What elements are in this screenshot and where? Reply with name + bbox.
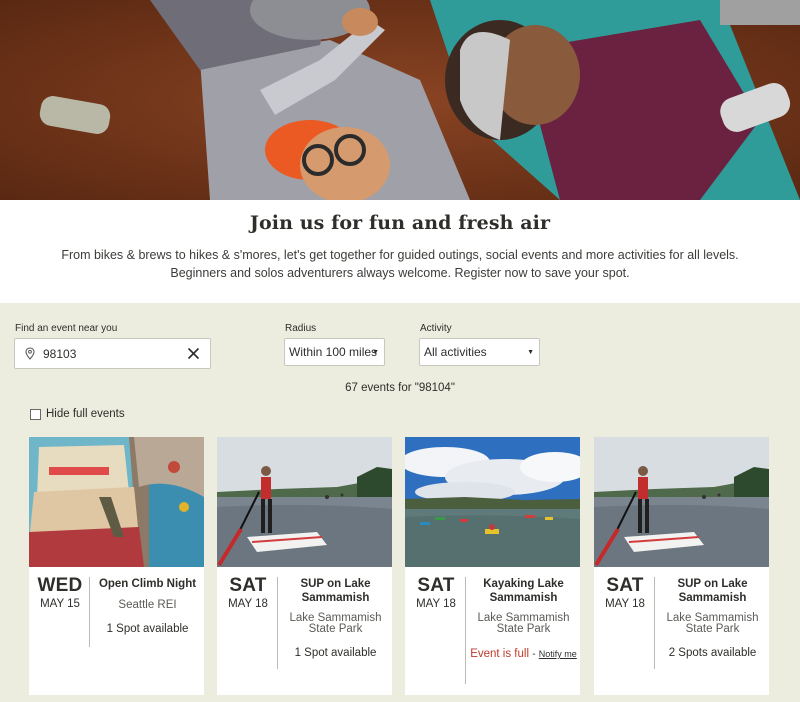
event-availability: 2 Spots available (668, 647, 757, 659)
event-weekday: SAT (229, 575, 267, 596)
radius-label: Radius (285, 323, 317, 334)
event-info: SUP on Lake Sammamish Lake Sammamish Sta… (281, 577, 390, 659)
event-title[interactable]: SUP on Lake Sammamish (281, 577, 390, 605)
close-icon[interactable] (187, 347, 200, 365)
card-divider (654, 577, 655, 669)
hero-image (0, 0, 800, 200)
page-title: Join us for fun and fresh air (249, 212, 551, 234)
event-date: WED MAY 15 (29, 575, 91, 610)
radius-select[interactable]: Within 100 miles ▼ (284, 338, 385, 366)
event-info: SUP on Lake Sammamish Lake Sammamish Sta… (658, 577, 767, 659)
location-field[interactable] (14, 338, 211, 369)
intro-text-line2: Beginners and solos adventurers always w… (170, 266, 630, 280)
event-title[interactable]: Open Climb Night (93, 577, 202, 591)
event-info: Open Climb Night Seattle REI 1 Spot avai… (93, 577, 202, 635)
intro-section: Join us for fun and fresh air From bikes… (0, 200, 800, 303)
event-location: Lake Sammamish State Park (289, 612, 382, 635)
event-image (405, 437, 580, 567)
event-weekday: WED (37, 575, 83, 596)
event-full-status: Event is full (470, 648, 530, 660)
event-card[interactable]: SAT MAY 18 SUP on Lake Sammamish Lake Sa… (217, 437, 392, 695)
event-image (29, 437, 204, 567)
event-card[interactable]: SAT MAY 18 Kayaking Lake Sammamish Lake … (405, 437, 580, 695)
event-title[interactable]: Kayaking Lake Sammamish (469, 577, 578, 605)
event-month-day: MAY 18 (605, 598, 645, 610)
intro-text-line1: From bikes & brews to hikes & s'mores, l… (61, 248, 739, 262)
event-month-day: MAY 18 (416, 598, 456, 610)
card-divider (89, 577, 90, 647)
card-divider (277, 577, 278, 669)
event-location: Lake Sammamish State Park (477, 612, 570, 635)
activity-select[interactable]: All activities ▼ (419, 338, 540, 366)
hide-full-events-label: Hide full events (46, 408, 125, 420)
results-count: 67 events for "98104" (345, 382, 455, 394)
event-weekday: SAT (606, 575, 644, 596)
event-info: Kayaking Lake Sammamish Lake Sammamish S… (469, 577, 578, 663)
status-separator: - (532, 649, 536, 660)
event-date: SAT MAY 18 (594, 575, 656, 610)
event-card[interactable]: WED MAY 15 Open Climb Night Seattle REI … (29, 437, 204, 695)
activity-select-value: All activities (424, 345, 487, 359)
location-label: Find an event near you (15, 323, 118, 334)
event-title[interactable]: SUP on Lake Sammamish (658, 577, 767, 605)
hide-full-events-checkbox[interactable]: Hide full events (30, 408, 125, 420)
event-image (217, 437, 392, 567)
event-finder: Find an event near you Radius Within 100… (0, 303, 800, 702)
event-availability: Event is full - Notify me (469, 646, 578, 663)
map-pin-icon (25, 347, 35, 365)
activity-label: Activity (420, 323, 452, 334)
event-date: SAT MAY 18 (217, 575, 279, 610)
radius-select-value: Within 100 miles (289, 345, 378, 359)
event-card[interactable]: SAT MAY 18 SUP on Lake Sammamish Lake Sa… (594, 437, 769, 695)
event-location: Seattle REI (118, 599, 177, 611)
checkbox-box[interactable] (30, 408, 41, 420)
location-input[interactable] (43, 345, 173, 363)
event-weekday: SAT (417, 575, 455, 596)
event-month-day: MAY 18 (228, 598, 268, 610)
event-month-day: MAY 15 (40, 598, 80, 610)
event-image (594, 437, 769, 567)
event-location: Lake Sammamish State Park (666, 612, 759, 635)
caret-down-icon: ▼ (372, 349, 379, 356)
notify-me-link[interactable]: Notify me (539, 649, 577, 659)
card-divider (465, 577, 466, 684)
event-availability: 1 Spot available (106, 623, 189, 635)
event-availability: 1 Spot available (294, 647, 377, 659)
caret-down-icon: ▼ (527, 349, 534, 356)
event-date: SAT MAY 18 (405, 575, 467, 610)
